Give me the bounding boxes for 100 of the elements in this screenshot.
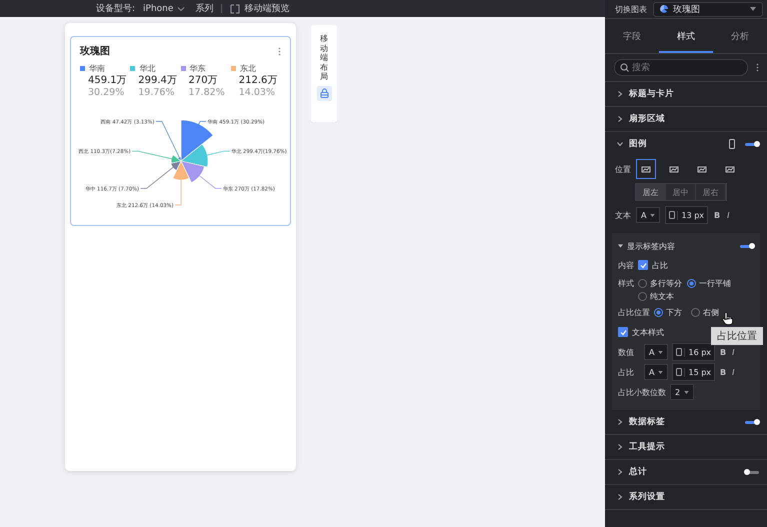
device-dropdown[interactable]: iPhone [141,4,188,14]
font-color-select[interactable]: A [636,207,660,223]
italic-button[interactable]: I [726,210,730,220]
section-header[interactable]: 总计 [605,460,767,485]
text-label: 文本 [615,210,631,220]
legend-value: 459.1万 [87,74,128,87]
more-icon[interactable] [756,63,759,72]
content-label: 内容 [618,260,634,270]
radio-button[interactable] [654,308,663,316]
legend-percent: 19.76% [137,87,176,99]
italic-button[interactable]: I [731,348,736,356]
leader-line [204,150,230,156]
subsection-title: 显示标签内容 [627,240,675,252]
radio-label: 多行等分 [650,278,682,289]
legend-name: 华北 [139,62,156,74]
tab[interactable]: 样式 [659,22,713,53]
radio-button[interactable] [638,279,647,288]
device-label: 设备型号: [96,2,136,15]
legend-percent: 17.82% [188,87,226,99]
series-button[interactable]: 系列 [193,2,216,15]
chart-icon [641,164,651,174]
section-header[interactable]: 标题与卡片 [605,82,767,107]
legend-name: 东北 [240,62,256,74]
bold-button[interactable]: B [713,210,722,220]
caret-icon [177,6,186,12]
section-header[interactable]: 系列设置 [605,485,767,510]
section-header[interactable]: 图例 [605,132,767,156]
row-label: 占比 [618,366,635,378]
toggle-switch[interactable] [745,420,759,424]
caret-icon [750,7,756,11]
font-size-field[interactable]: 15 px [672,363,716,381]
section-title: 图例 [629,138,647,150]
chart-icon [725,164,735,174]
legend-value: 270万 [188,74,219,87]
tab[interactable]: 分析 [713,22,767,53]
radio-button[interactable] [638,292,647,301]
legend-name: 华南 [89,62,105,74]
align-button[interactable]: 居左 [636,184,666,200]
radio-label: 纯文本 [650,291,674,302]
section-title: 标题与卡片 [629,88,674,100]
checkbox[interactable] [618,327,628,337]
style-label: 样式 [618,278,634,289]
checkbox-label: 文本样式 [632,326,664,338]
search-icon [620,63,629,72]
toggle-switch[interactable] [745,142,759,146]
phone-icon[interactable] [729,139,735,149]
row-label: 数值 [618,346,635,358]
font-color-select[interactable]: A [644,364,668,380]
radio-button[interactable] [691,308,700,316]
chart-icon [669,164,679,174]
bold-button[interactable]: B [719,368,728,376]
section-title: 数据标签 [629,416,665,428]
percent-position-label: 占比位置 [618,306,650,318]
position-label: 位置 [615,164,631,174]
chart-type-select[interactable]: 玫瑰图 [653,2,763,16]
leader-line [198,174,222,189]
chart-icon [697,164,707,174]
legend-value: 299.4万 [137,74,178,87]
bold-button[interactable]: B [719,348,728,356]
toggle-switch[interactable] [740,244,754,248]
font-size-field[interactable]: 13 px [665,206,708,224]
pie-chart-icon [660,5,668,13]
section-header[interactable]: 扇形区域 [605,107,767,132]
phone-icon [676,348,682,356]
tooltip: 占比位置 [711,327,763,345]
legend-name: 华东 [190,62,206,74]
search-field[interactable]: 搜索 [614,59,748,76]
radio-label: 右侧 [703,306,719,318]
section-header[interactable]: 工具提示 [605,435,767,460]
font-color-select[interactable]: A [644,344,668,360]
italic-button[interactable]: I [731,368,736,376]
toggle-switch[interactable] [745,470,759,474]
section-title: 系列设置 [629,491,665,503]
radio-label: 一行平铺 [699,278,731,289]
card-title: 玫瑰图 [80,44,110,58]
hand-cursor-icon [722,312,733,325]
legend-position-button[interactable] [636,159,656,179]
lock-button[interactable] [316,86,332,101]
radio-button[interactable] [687,279,696,288]
mobile-preview-button[interactable]: 移动端预览 [228,2,292,15]
align-button[interactable]: 居右 [696,184,726,200]
caret-icon [650,214,656,216]
tab[interactable]: 字段 [605,22,659,53]
checkbox-label: 占比 [652,260,668,270]
legend-percent: 30.29% [87,87,126,99]
caret-icon [658,350,664,354]
decimals-label: 占比小数位数 [618,386,666,398]
decimals-select[interactable]: 2 [670,384,694,400]
checkbox[interactable] [638,260,648,270]
lock-icon [320,88,328,98]
caret-icon [684,390,690,394]
caret-icon [658,370,664,374]
font-size-field[interactable]: 16 px [672,343,716,361]
section-title: 扇形区域 [629,113,665,125]
align-button[interactable]: 居中 [666,184,696,200]
radio-label: 下方 [666,306,682,318]
legend-value: 212.6万 [238,74,278,87]
section-header[interactable]: 数据标签 [605,410,767,435]
more-icon[interactable] [278,46,281,56]
section-title: 总计 [629,466,647,478]
